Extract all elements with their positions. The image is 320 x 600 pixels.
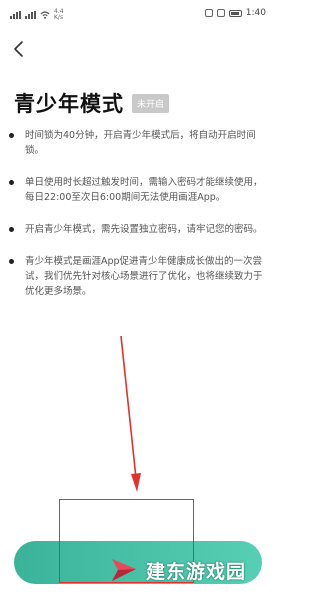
watermark: 建东游戏园 xyxy=(108,555,246,585)
watermark-text: 建东游戏园 xyxy=(146,560,247,583)
watermark-logo-icon xyxy=(112,559,136,581)
